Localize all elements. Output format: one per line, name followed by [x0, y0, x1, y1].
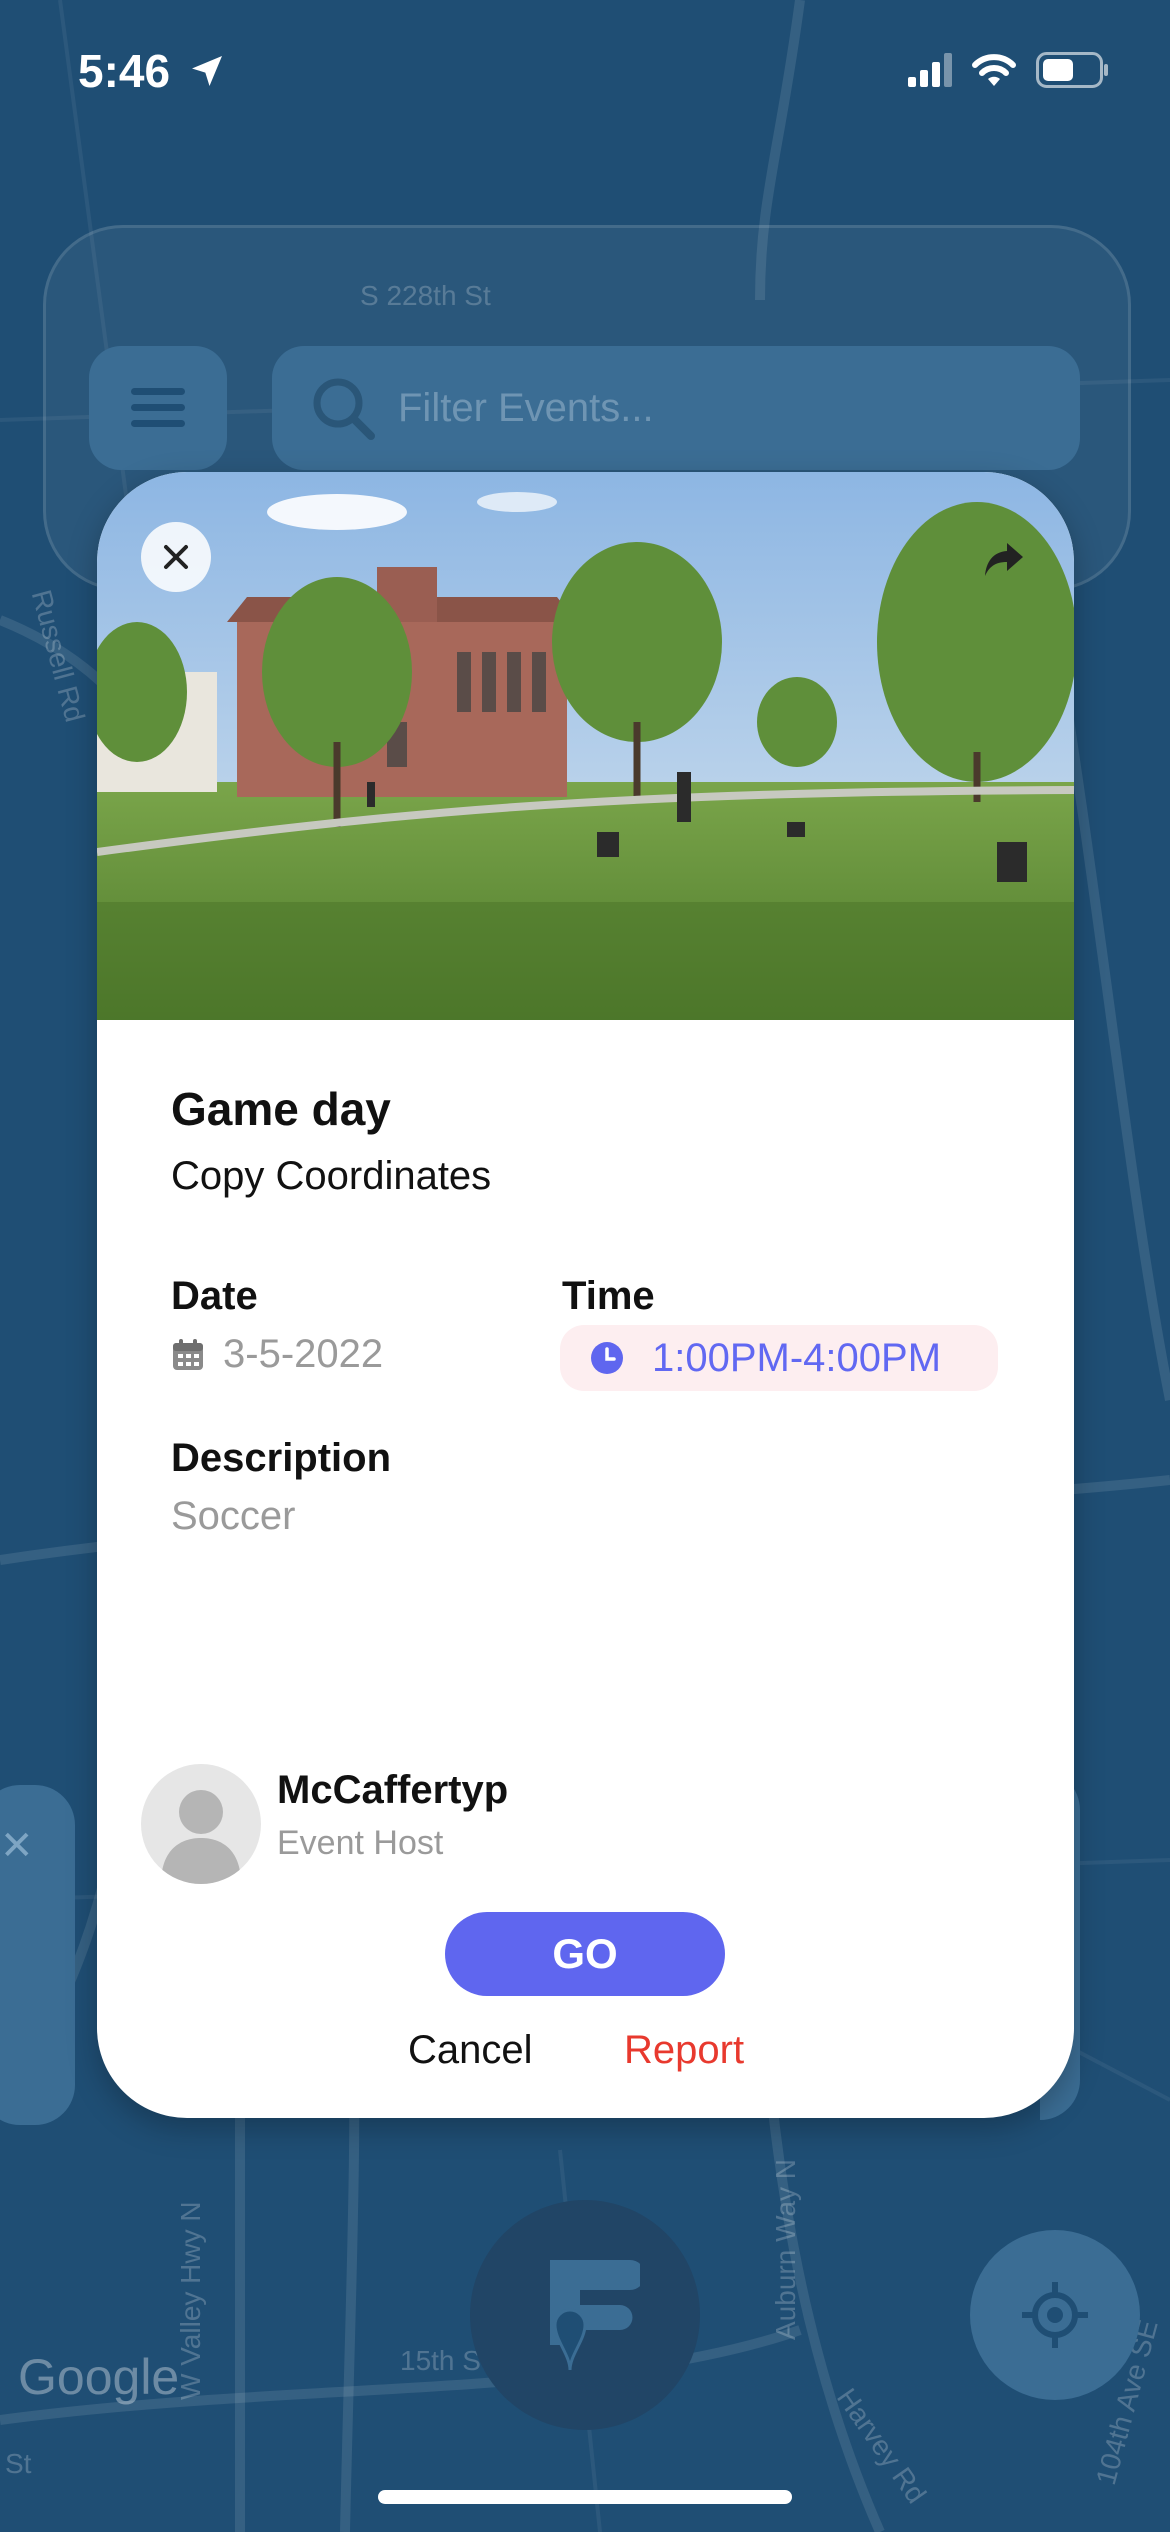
hamburger-menu-icon	[131, 388, 185, 427]
app-logo-button[interactable]	[470, 2200, 700, 2430]
clock-icon	[591, 1342, 623, 1374]
host-avatar[interactable]	[141, 1764, 261, 1884]
street-label: W Valley Hwy N	[175, 2201, 206, 2400]
home-indicator[interactable]	[378, 2490, 792, 2504]
report-button[interactable]: Report	[624, 2028, 744, 2073]
search-icon	[313, 378, 375, 440]
menu-button[interactable]	[89, 346, 227, 470]
date-text: 3-5-2022	[223, 1332, 384, 1376]
description-text: Soccer	[171, 1494, 296, 1538]
share-button[interactable]	[974, 530, 1034, 590]
google-attribution: Google	[18, 2349, 180, 2405]
share-arrow-icon	[985, 543, 1023, 576]
time-text: 1:00PM-4:00PM	[652, 1335, 942, 1380]
host-name: McCaffertyp	[277, 1768, 509, 1812]
person-placeholder-icon	[161, 1790, 241, 1884]
host-role: Event Host	[277, 1824, 444, 1862]
close-modal-button[interactable]	[141, 522, 211, 592]
street-label: St	[5, 2448, 32, 2479]
go-button[interactable]: GO	[445, 1912, 725, 1996]
location-arrow-icon	[191, 56, 222, 86]
street-label: Auburn Way N	[770, 2158, 801, 2340]
cancel-button[interactable]: Cancel	[408, 2028, 533, 2073]
description-label: Description	[171, 1436, 392, 1480]
copy-coordinates-link[interactable]: Copy Coordinates	[171, 1154, 491, 1199]
battery-icon	[1036, 52, 1108, 88]
close-icon[interactable]: ✕	[0, 1823, 34, 1869]
cellular-signal-icon	[908, 53, 952, 87]
crosshair-icon	[1022, 2282, 1088, 2348]
time-label: Time	[562, 1274, 655, 1318]
event-detail-modal: Game day Copy Coordinates Date 3-5-2022 …	[97, 472, 1074, 2118]
date-value: 3-5-2022	[171, 1332, 383, 1377]
status-icons	[908, 52, 1110, 88]
app-logo-icon	[550, 2260, 640, 2371]
search-bar[interactable]	[272, 346, 1080, 470]
close-icon	[164, 545, 188, 569]
calendar-icon	[173, 1338, 203, 1370]
time-pill: 1:00PM-4:00PM	[560, 1325, 998, 1391]
event-photo	[97, 472, 1074, 1020]
status-time: 5:46	[78, 44, 227, 98]
filter-events-input[interactable]	[396, 384, 1000, 432]
wifi-icon	[972, 54, 1016, 86]
status-time-text: 5:46	[78, 45, 171, 97]
adjacent-event-card-left[interactable]: ✕	[0, 1785, 75, 2125]
event-title: Game day	[171, 1083, 391, 1135]
date-label: Date	[171, 1274, 258, 1318]
status-bar: 5:46	[0, 0, 1170, 150]
locate-me-button[interactable]	[970, 2230, 1140, 2400]
